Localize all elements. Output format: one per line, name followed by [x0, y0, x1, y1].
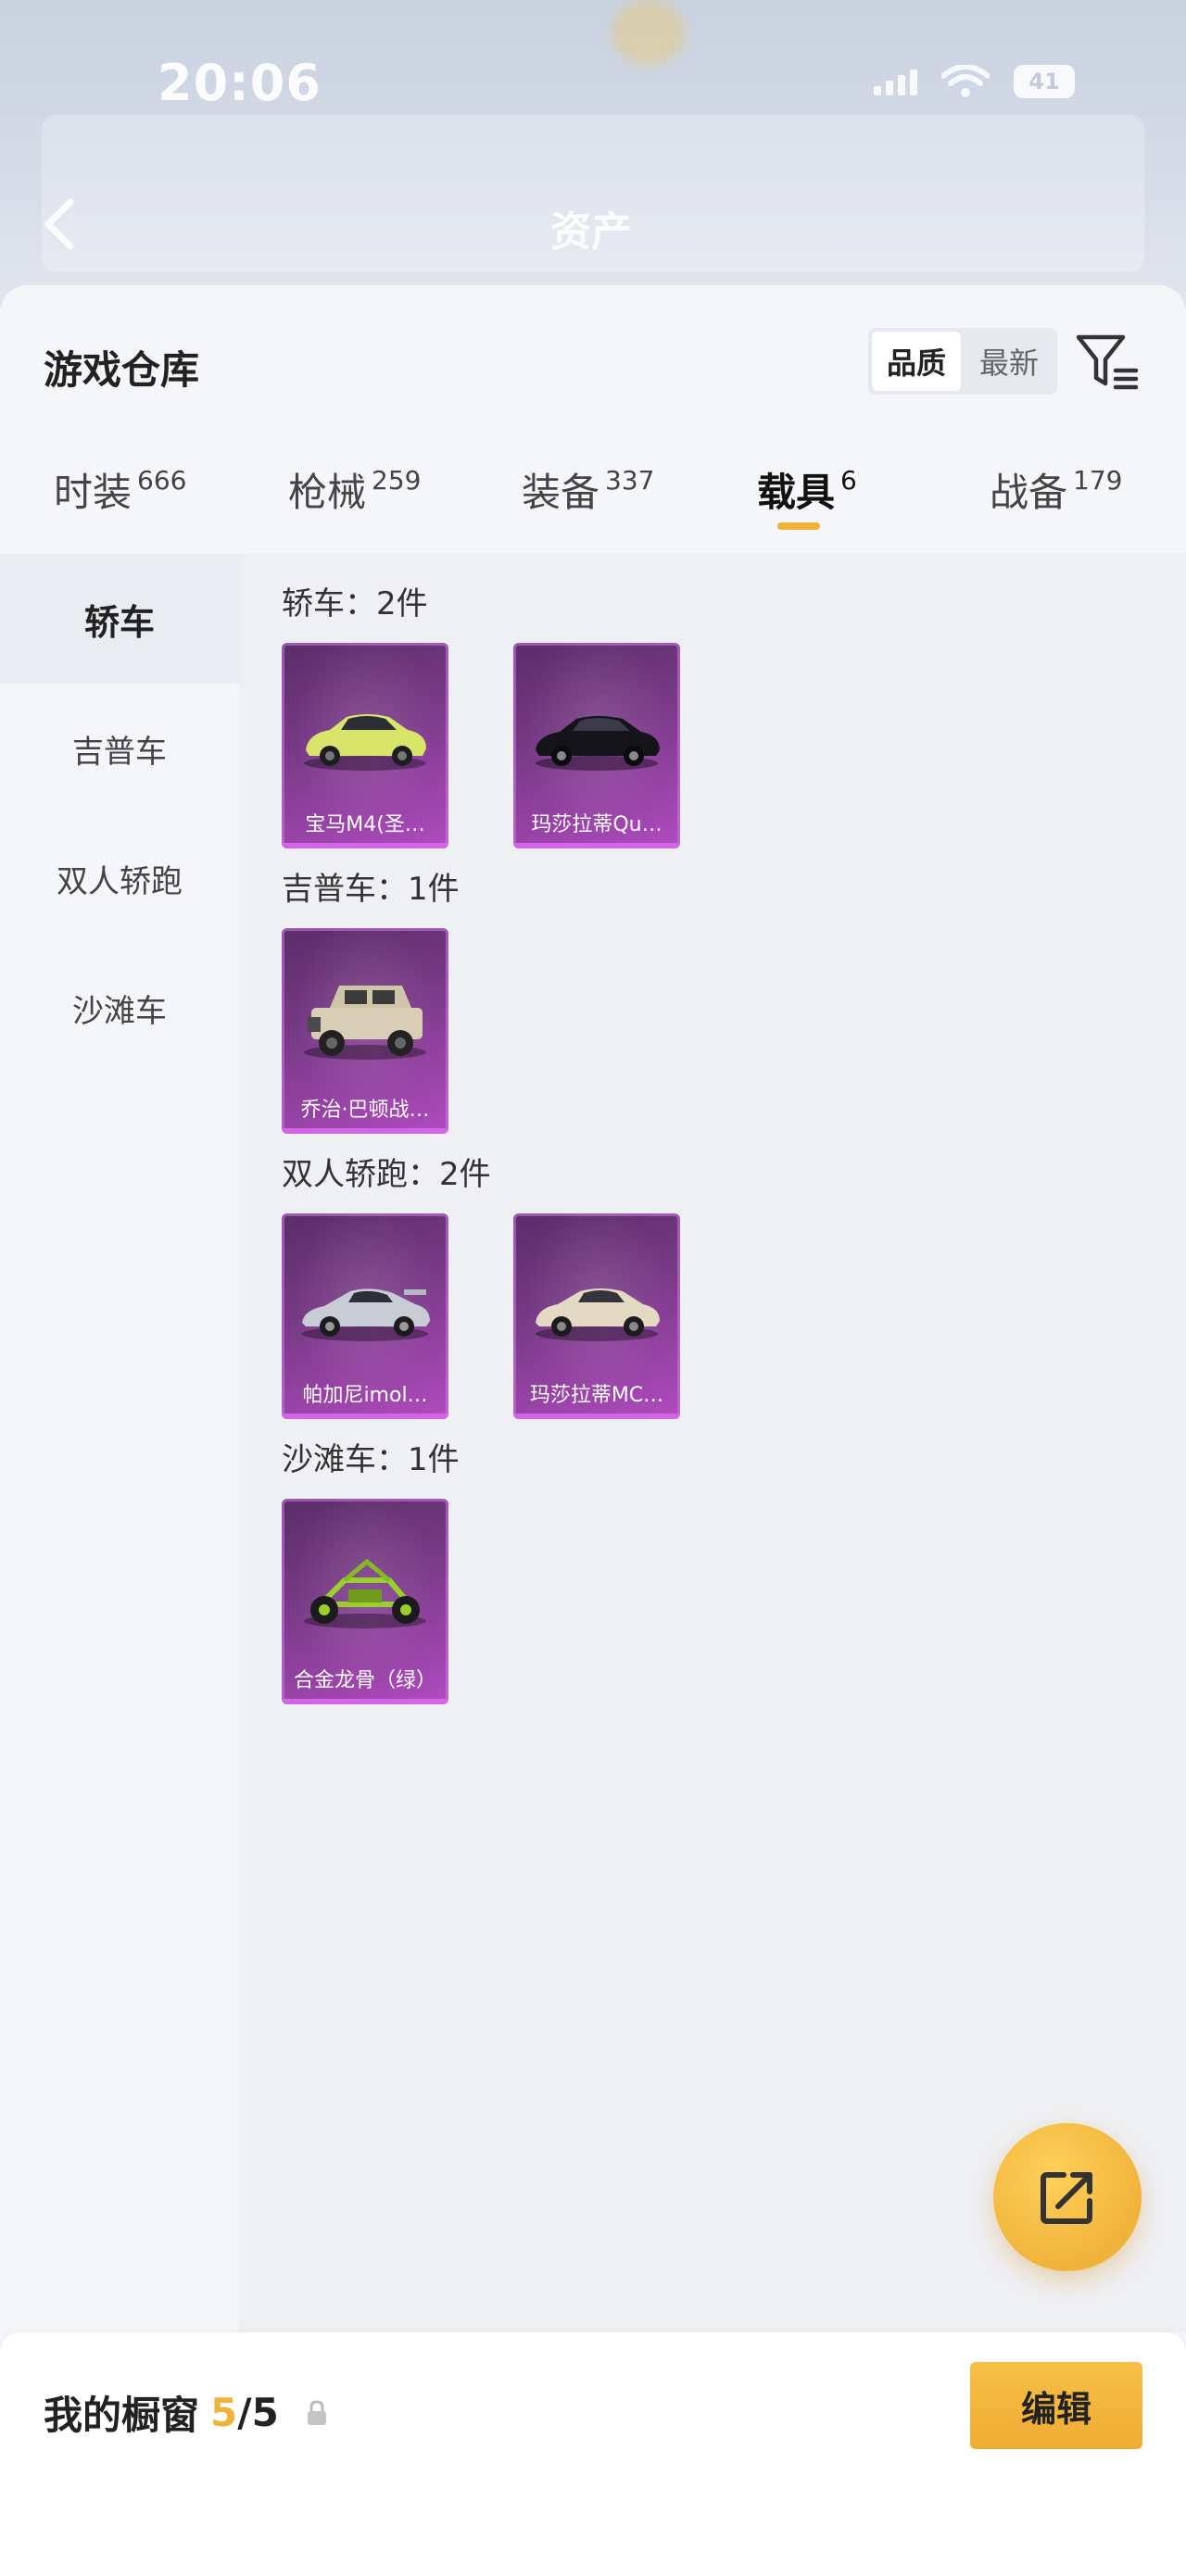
tab-label: 装备 [522, 470, 600, 515]
vehicle-card[interactable]: 玛莎拉蒂Qu… [513, 643, 680, 848]
tab-count: 179 [1073, 465, 1123, 496]
sort-option-newest[interactable]: 最新 [965, 332, 1054, 391]
sheet-header: 游戏仓库 品质 最新 时装 666 枪械 259 装备 337 载具 6 战备 … [0, 285, 1186, 554]
share-external-icon [1041, 2172, 1092, 2224]
tab-label: 枪械 [288, 470, 367, 515]
tab-count: 666 [137, 465, 187, 496]
tab-label: 时装 [54, 470, 132, 515]
wifi-icon [941, 65, 990, 97]
tab-label: 载具 [757, 470, 836, 515]
lock-icon [307, 2399, 326, 2425]
showcase-label: 我的橱窗 [44, 2393, 200, 2438]
background-page-title: 资产 [550, 208, 632, 256]
battery-icon: 41 [1014, 65, 1075, 98]
vehicle-name: 乔治·巴顿战… [300, 1099, 430, 1122]
vehicle-name: 玛莎拉蒂MC… [529, 1384, 664, 1407]
sidebar-item-sedan[interactable]: 轿车 [0, 554, 239, 684]
car-green-buggy-image [304, 1558, 426, 1628]
sort-option-quality[interactable]: 品质 [872, 332, 961, 391]
sidebar-item-jeep[interactable]: 吉普车 [0, 684, 239, 813]
vehicle-card[interactable]: 宝马M4(圣… [282, 643, 448, 848]
vehicle-card[interactable]: 乔治·巴顿战… [282, 928, 448, 1134]
status-time: 20:06 [158, 54, 322, 112]
tab-label: 战备 [990, 470, 1068, 515]
car-silver-hypercar-image [302, 1288, 430, 1341]
vehicle-name: 宝马M4(圣… [305, 813, 425, 836]
car-lime-sedan-image [304, 714, 426, 771]
showcase-label-group: 我的橱窗 5/5 [44, 2384, 329, 2441]
background-header: 20:06 41 资产 [0, 0, 1186, 306]
status-icons: 41 [874, 65, 1075, 98]
sort-toggle: 品质 最新 [868, 328, 1057, 395]
sidebar-item-coupe[interactable]: 双人轿跑 [0, 813, 239, 943]
vehicle-card[interactable]: 帕加尼imol… [282, 1213, 448, 1419]
car-cream-sportscar-image [536, 1288, 660, 1341]
tab-fashion[interactable]: 时装 666 [54, 461, 186, 554]
tab-equipment[interactable]: 装备 337 [522, 461, 654, 554]
vehicle-card[interactable]: 玛莎拉蒂MC… [513, 1213, 680, 1419]
tab-active-indicator [777, 522, 820, 530]
section-label-buggy: 沙滩车：1件 [282, 1441, 460, 1478]
tab-combat-gear[interactable]: 战备 179 [990, 461, 1122, 554]
sheet-title: 游戏仓库 [44, 347, 200, 393]
car-black-sedan-image [536, 716, 660, 771]
section-label-sedan: 轿车：2件 [282, 585, 428, 622]
section-label-jeep: 吉普车：1件 [282, 871, 460, 908]
tab-vehicles[interactable]: 载具 6 [757, 461, 857, 554]
filter-icon[interactable] [1075, 330, 1140, 395]
tab-count: 6 [840, 465, 857, 496]
sidebar-item-buggy[interactable]: 沙滩车 [0, 943, 239, 1073]
vehicle-card[interactable]: 合金龙骨（绿） [282, 1499, 448, 1704]
showcase-current-count: 5 [210, 2390, 238, 2435]
signal-icon [874, 68, 917, 95]
vehicle-name: 玛莎拉蒂Qu… [531, 813, 662, 836]
showcase-total-count: /5 [237, 2390, 279, 2435]
tab-weapons[interactable]: 枪械 259 [288, 461, 421, 554]
vehicle-name: 帕加尼imol… [302, 1384, 428, 1407]
tab-count: 259 [372, 465, 422, 496]
car-armored-jeep-image [304, 986, 426, 1060]
share-button[interactable] [993, 2123, 1142, 2271]
back-arrow-icon[interactable] [41, 196, 78, 252]
background-blur-blob [612, 0, 686, 65]
vehicle-grid: 轿车：2件 宝马M4(圣… 玛莎拉蒂Qu… 吉普车：1件 乔治·巴顿战… 双人轿… [239, 554, 1186, 2332]
tab-count: 337 [605, 465, 655, 496]
vehicle-type-sidebar: 轿车 吉普车 双人轿跑 沙滩车 [0, 554, 239, 2332]
vehicle-name: 合金龙骨（绿） [293, 1669, 436, 1692]
category-tabs: 时装 666 枪械 259 装备 337 载具 6 战备 179 [0, 461, 1186, 554]
edit-button[interactable]: 编辑 [970, 2362, 1142, 2449]
section-label-coupe: 双人轿跑：2件 [282, 1156, 491, 1193]
showcase-bar: 我的橱窗 5/5 编辑 [0, 2332, 1186, 2576]
